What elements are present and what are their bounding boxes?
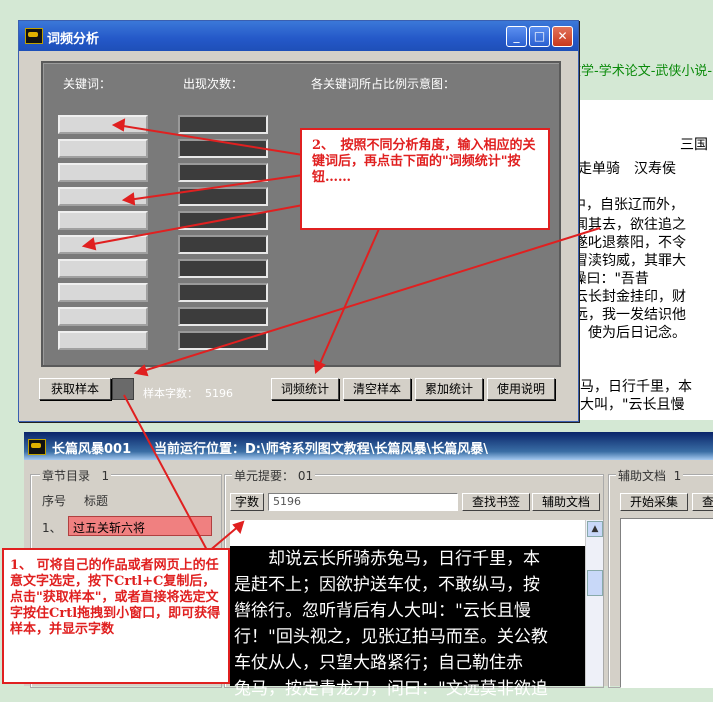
callout-step-1-text: 1、 可将自己的作品或者网页上的任意文字选定，按下Crtl+C复制后，点击"获取… [10,558,221,637]
callout-step-1: 1、 可将自己的作品或者网页上的任意文字选定，按下Crtl+C复制后，点击"获取… [2,548,230,684]
callout-step-2-text: 2、 按照不同分析角度，输入相应的关键词后，再点击下面的"词频统计"按钮…… [312,138,536,185]
callout-step-2: 2、 按照不同分析角度，输入相应的关键词后，再点击下面的"词频统计"按钮…… [300,128,550,230]
